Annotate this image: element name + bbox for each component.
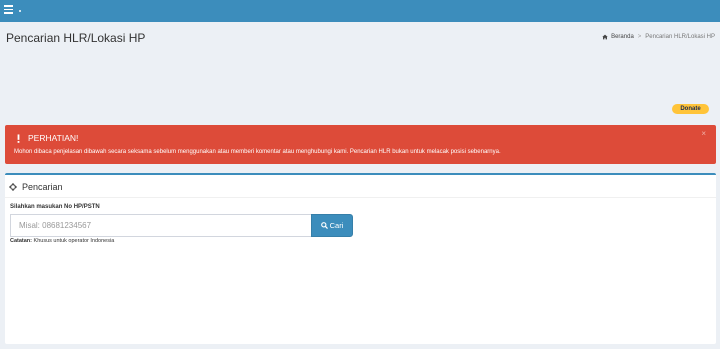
box-divider bbox=[5, 197, 716, 198]
hamburger-icon[interactable] bbox=[4, 5, 13, 15]
box-title: Pencarian bbox=[22, 182, 63, 192]
alert-title: PERHATIAN! bbox=[28, 133, 79, 143]
search-button[interactable]: Cari bbox=[311, 214, 353, 237]
phone-field-label: Silahkan masukan No HP/PSTN bbox=[10, 204, 100, 210]
box-header: Pencarian bbox=[9, 182, 63, 192]
home-icon bbox=[602, 34, 608, 40]
breadcrumb: Beranda > Pencarian HLR/Lokasi HP bbox=[602, 34, 715, 40]
page-title: Pencarian HLR/Lokasi HP bbox=[6, 31, 146, 45]
phone-number-input[interactable] bbox=[10, 214, 315, 237]
search-button-label: Cari bbox=[329, 221, 344, 230]
breadcrumb-separator: > bbox=[637, 34, 642, 40]
close-icon[interactable]: × bbox=[701, 130, 706, 138]
donate-button[interactable]: Donate bbox=[672, 104, 709, 114]
crosshair-icon bbox=[9, 183, 17, 191]
alert-text: Mohon dibaca penjelasan dibawah secara s… bbox=[14, 149, 501, 155]
breadcrumb-current: Pencarian HLR/Lokasi HP bbox=[645, 34, 715, 40]
breadcrumb-home-link[interactable]: Beranda bbox=[611, 34, 634, 40]
warning-alert: PERHATIAN! Mohon dibaca penjelasan dibaw… bbox=[5, 125, 716, 164]
search-icon bbox=[320, 222, 328, 229]
alert-title-row: PERHATIAN! bbox=[14, 133, 78, 143]
note-text: Khusus untuk operator Indonesia bbox=[32, 238, 115, 244]
nav-dot bbox=[19, 10, 21, 12]
top-navbar bbox=[0, 0, 720, 22]
search-note: Catatan: Khusus untuk operator Indonesia bbox=[10, 238, 114, 244]
note-label: Catatan: bbox=[10, 238, 33, 244]
exclamation-icon bbox=[17, 133, 20, 143]
search-box: Pencarian Silahkan masukan No HP/PSTN Ca… bbox=[5, 173, 716, 344]
